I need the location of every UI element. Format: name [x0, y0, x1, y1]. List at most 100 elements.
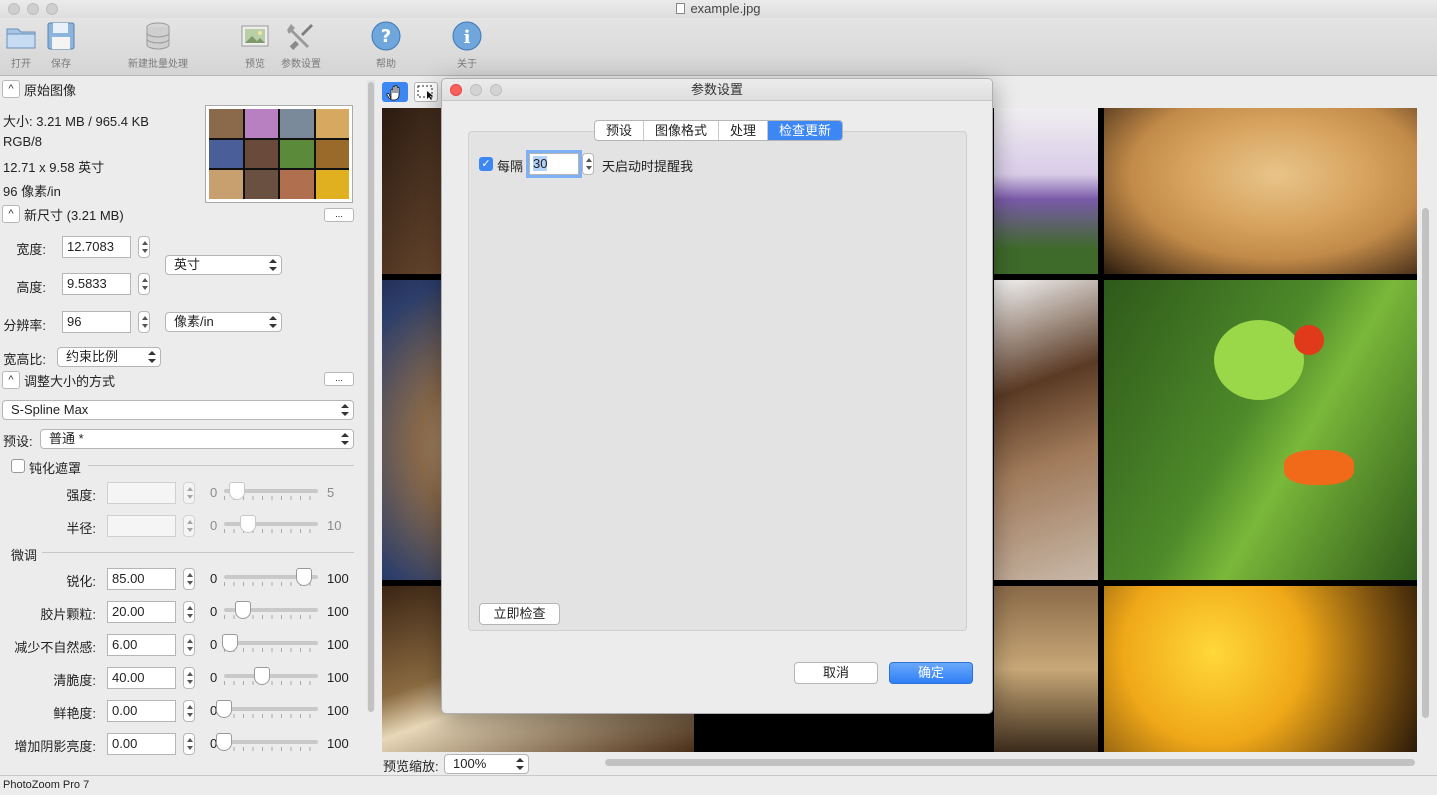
photo-clock [994, 586, 1098, 752]
height-stepper[interactable] [138, 273, 150, 295]
preset-label: 预设: [3, 434, 33, 449]
dialog-zoom-button[interactable] [490, 84, 502, 96]
title-bar: example.jpg [0, 0, 1437, 18]
new-batch-label: 新建批量处理 [128, 59, 188, 70]
right-scrollbar-thumb[interactable] [1422, 208, 1429, 718]
unsharp-slider-knob[interactable] [239, 515, 256, 533]
resolution-field[interactable]: 96 [62, 311, 131, 333]
finetune-slider-knob[interactable] [221, 634, 238, 652]
days-field[interactable]: 30 [529, 153, 579, 175]
finetune-row-stepper[interactable] [183, 667, 195, 689]
horizontal-scrollbar-thumb[interactable] [605, 759, 1415, 766]
finetune-row-stepper[interactable] [183, 733, 195, 755]
finetune-row-stepper[interactable] [183, 601, 195, 623]
finetune-row-field[interactable]: 6.00 [107, 634, 176, 656]
finetune-row-stepper[interactable] [183, 634, 195, 656]
zoom-select[interactable]: 100% [444, 754, 529, 774]
finetune-slider-knob[interactable] [253, 667, 270, 685]
tab-3[interactable]: 检查更新 [768, 121, 843, 140]
unsharp-slider-track[interactable] [224, 522, 318, 526]
finetune-row-field[interactable]: 85.00 [107, 568, 176, 590]
right-scrollbar[interactable] [1420, 108, 1432, 752]
divider [42, 552, 354, 553]
tab-2[interactable]: 处理 [719, 121, 769, 140]
finetune-row-stepper[interactable] [183, 700, 195, 722]
open-label: 打开 [11, 59, 31, 70]
hand-tool-button[interactable] [382, 82, 408, 102]
unsharp-slider-knob[interactable] [229, 482, 246, 500]
finetune-slider-track[interactable] [224, 674, 318, 678]
about-button[interactable]: i 关于 [451, 20, 483, 70]
unit-select[interactable]: 英寸 [165, 255, 282, 275]
method-select[interactable]: S-Spline Max [2, 400, 354, 420]
dialog-minimize-button[interactable] [470, 84, 482, 96]
days-stepper[interactable] [582, 153, 594, 175]
every-label: 每隔 [497, 159, 524, 174]
resolution-stepper[interactable] [138, 311, 150, 333]
unsharp-mask-label: 钝化遮罩 [29, 461, 82, 476]
tab-0[interactable]: 预设 [595, 121, 645, 140]
original-image-section: ^ 原始图像 [2, 80, 76, 98]
newsize-more-button[interactable]: ... [324, 208, 354, 222]
finetune-row-stepper[interactable] [183, 568, 195, 590]
finetune-row-field[interactable]: 40.00 [107, 667, 176, 689]
finetune-row-field[interactable]: 0.00 [107, 700, 176, 722]
settings-button[interactable]: 参数设置 [279, 20, 323, 70]
finetune-slider-track[interactable] [224, 740, 318, 744]
preset-select[interactable]: 普通 * [40, 429, 354, 449]
help-button[interactable]: ? 帮助 [370, 20, 402, 70]
collapse-resize-button[interactable]: ^ [2, 371, 20, 389]
finetune-slider-ticks [224, 648, 318, 652]
close-window-button[interactable] [8, 3, 20, 15]
dialog-close-button[interactable] [450, 84, 462, 96]
every-checkbox[interactable]: ✓ [479, 157, 493, 171]
cancel-button[interactable]: 取消 [794, 662, 878, 684]
frog-foot [1284, 450, 1354, 485]
zoom-label: 预览缩放: [383, 759, 439, 774]
method-value: S-Spline Max [11, 402, 89, 417]
updown-arrow-icon [269, 259, 277, 271]
unsharp-mask-checkbox[interactable] [11, 459, 25, 473]
minimize-window-button[interactable] [27, 3, 39, 15]
tools-icon [285, 20, 317, 52]
ok-button[interactable]: 确定 [889, 662, 973, 684]
collapse-newsize-button[interactable]: ^ [2, 205, 20, 223]
save-button[interactable]: 保存 [45, 20, 77, 70]
finetune-slider-knob[interactable] [216, 700, 232, 718]
unsharp-row-stepper[interactable] [183, 515, 195, 537]
finetune-row-field[interactable]: 20.00 [107, 601, 176, 623]
unsharp-row-field[interactable] [107, 482, 176, 504]
finetune-slider-knob[interactable] [216, 733, 232, 751]
width-stepper[interactable] [138, 236, 150, 258]
unsharp-row-field[interactable] [107, 515, 176, 537]
help-label: 帮助 [376, 59, 396, 70]
width-field[interactable]: 12.7083 [62, 236, 131, 258]
zoom-window-button[interactable] [46, 3, 58, 15]
finetune-slider-track[interactable] [224, 707, 318, 711]
left-scrollbar-thumb[interactable] [368, 82, 374, 712]
tab-1[interactable]: 图像格式 [644, 121, 720, 140]
finetune-slider-knob[interactable] [295, 568, 312, 586]
unsharp-row-stepper[interactable] [183, 482, 195, 504]
finetune-slider-track[interactable] [224, 641, 318, 645]
aspect-select[interactable]: 约束比例 [57, 347, 161, 367]
check-now-button[interactable]: 立即检查 [479, 603, 560, 625]
finetune-row-label: 增加阴影亮度: [14, 739, 96, 754]
finetune-row-label: 减少不自然感: [14, 640, 96, 655]
finetune-slider-knob[interactable] [234, 601, 251, 619]
preview-button[interactable]: 预览 [239, 20, 271, 70]
height-field[interactable]: 9.5833 [62, 273, 131, 295]
open-button[interactable]: 打开 [5, 20, 37, 70]
new-size-section: ^ 新尺寸 (3.21 MB) [2, 205, 124, 223]
left-scrollbar[interactable] [367, 80, 375, 712]
resize-more-button[interactable]: ... [324, 372, 354, 386]
collapse-original-button[interactable]: ^ [2, 80, 20, 98]
original-header: 原始图像 [24, 82, 77, 98]
select-tool-button[interactable] [414, 82, 438, 102]
resolution-unit-select[interactable]: 像素/in [165, 312, 282, 332]
info-icon: i [451, 20, 483, 52]
zoom-value: 100% [453, 756, 487, 771]
thumbnail[interactable] [205, 105, 353, 203]
finetune-row-field[interactable]: 0.00 [107, 733, 176, 755]
new-batch-button[interactable]: 新建批量处理 [122, 20, 194, 70]
